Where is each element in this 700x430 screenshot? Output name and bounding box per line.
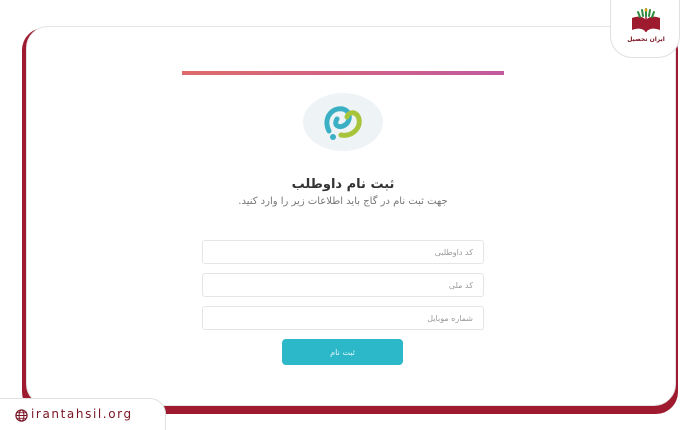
register-button[interactable]: ثبت نام <box>282 339 403 365</box>
site-url: irantahsil.org <box>31 407 133 421</box>
footer-watermark: irantahsil.org <box>0 398 166 430</box>
globe-icon <box>15 409 28 422</box>
brand-name: ایران تحصیل <box>627 36 665 43</box>
gaj-logo-icon <box>324 106 362 140</box>
national-code-input[interactable] <box>202 273 484 297</box>
top-accent-bar <box>182 71 504 75</box>
mobile-number-input[interactable] <box>202 306 484 330</box>
logo-container <box>303 93 383 151</box>
brand-badge: ایران تحصیل <box>610 0 680 58</box>
book-logo-icon <box>632 8 660 32</box>
page-subtitle: جهت ثبت نام در گاج باید اطلاعات زیر را و… <box>238 196 448 207</box>
candidate-code-input[interactable] <box>202 240 484 264</box>
page-title: ثبت نام داوطلب <box>291 177 395 192</box>
